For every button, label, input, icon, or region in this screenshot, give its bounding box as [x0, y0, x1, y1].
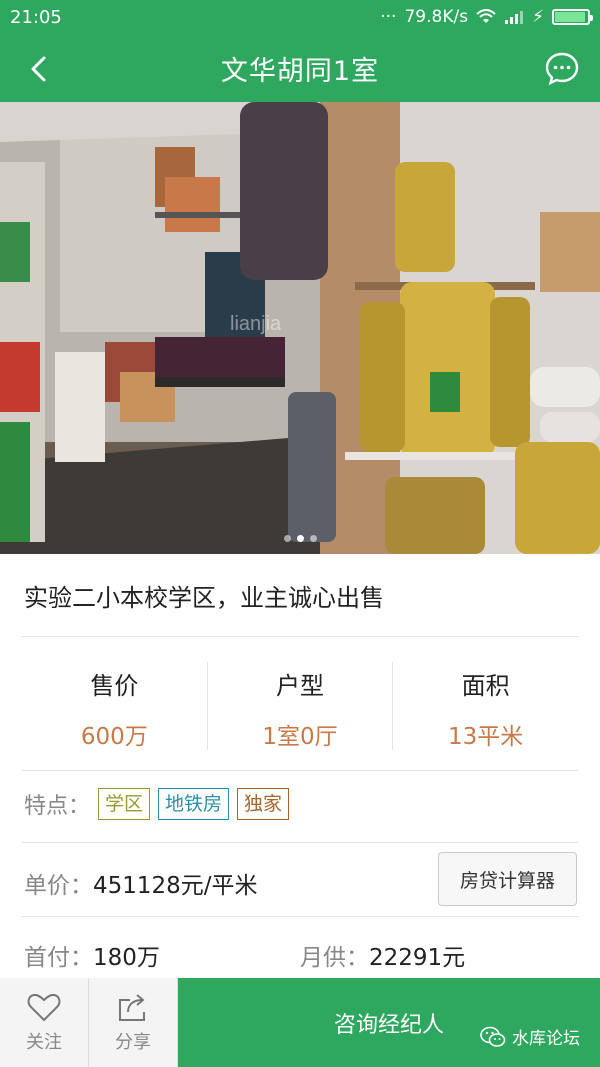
signal-dots-icon: ···	[380, 7, 397, 27]
app-header: 文华胡同1室	[0, 34, 600, 102]
wechat-icon	[480, 1026, 506, 1047]
stat-layout: 户型 1室0厅	[208, 662, 394, 750]
forum-watermark: 水库论坛	[480, 1024, 580, 1049]
unit-price-value: 451128元/平米	[93, 873, 258, 899]
network-speed: 79.8K/s	[404, 7, 469, 27]
follow-label: 关注	[26, 1031, 62, 1053]
share-button[interactable]: 分享	[89, 978, 178, 1067]
down-payment-row: 首付：180万	[24, 938, 160, 972]
stat-price: 售价 600万	[22, 662, 208, 750]
unit-price-label: 单价：	[24, 873, 93, 899]
down-payment-label: 首付：	[24, 945, 93, 971]
cell-signal-icon	[505, 11, 524, 24]
stat-value: 1室0厅	[262, 724, 338, 750]
bottom-action-bar: 关注 分享 咨询经纪人 水库论坛	[0, 978, 600, 1067]
feature-tag: 地铁房	[158, 788, 230, 820]
heart-outline-icon	[27, 993, 61, 1021]
stat-value: 13平米	[448, 724, 524, 750]
status-time: 21:05	[10, 6, 62, 28]
features-label: 特点：	[24, 794, 91, 819]
unit-price-row: 单价：451128元/平米	[24, 866, 258, 900]
stat-label: 户型	[276, 672, 324, 700]
divider	[22, 770, 578, 771]
share-icon	[119, 993, 145, 1021]
feature-tag: 独家	[237, 788, 290, 820]
stat-label: 售价	[90, 672, 139, 700]
consult-label: 咨询经纪人	[333, 1012, 444, 1038]
listing-photo: lianjia	[0, 102, 600, 554]
monthly-payment-value: 22291元	[369, 945, 466, 971]
divider	[22, 916, 578, 917]
back-button[interactable]	[22, 52, 56, 86]
listing-stats: 售价 600万 户型 1室0厅 面积 13平米	[22, 662, 578, 750]
mortgage-calculator-button[interactable]: 房贷计算器	[438, 852, 577, 906]
charging-icon: ⚡	[532, 7, 544, 27]
monthly-payment-row: 月供：22291元	[300, 938, 465, 972]
pager-dot	[283, 535, 291, 542]
pager-dot	[296, 535, 304, 542]
consult-agent-button[interactable]: 咨询经纪人 水库论坛	[178, 978, 600, 1067]
share-label: 分享	[115, 1031, 151, 1053]
status-icons: ··· 79.8K/s ⚡	[380, 7, 593, 27]
stat-label: 面积	[461, 672, 510, 700]
battery-icon	[552, 9, 593, 25]
down-payment-value: 180万	[93, 945, 160, 971]
feature-tag: 学区	[98, 788, 151, 820]
listing-photo-gallery[interactable]: lianjia	[0, 102, 600, 554]
stat-area: 面积 13平米	[393, 662, 578, 750]
monthly-payment-label: 月供：	[300, 945, 369, 971]
gallery-pager	[0, 535, 600, 542]
features-row: 特点： 学区 地铁房 独家	[24, 788, 290, 820]
battery-level	[555, 12, 586, 22]
watermark-text: 水库论坛	[512, 1029, 580, 1049]
listing-headline: 实验二小本校学区，业主诚心出售	[24, 584, 384, 612]
status-bar: 21:05 ··· 79.8K/s ⚡	[0, 0, 600, 34]
page-title: 文华胡同1室	[220, 55, 380, 87]
stat-value: 600万	[80, 724, 148, 750]
wifi-icon	[476, 9, 496, 23]
chat-button[interactable]	[544, 50, 580, 86]
divider	[22, 636, 578, 637]
follow-button[interactable]: 关注	[0, 978, 89, 1067]
divider	[22, 842, 578, 843]
pager-dot	[309, 535, 317, 542]
photo-watermark: lianjia	[230, 313, 282, 335]
